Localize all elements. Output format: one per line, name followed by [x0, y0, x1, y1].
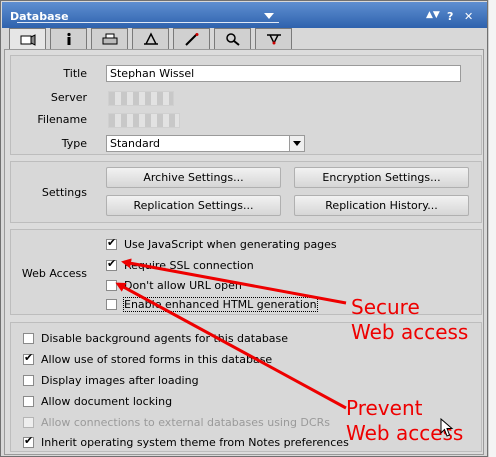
info-group: Title Stephan Wissel Server Filename Typ…	[10, 55, 482, 155]
tab-basics[interactable]	[9, 28, 46, 51]
stored-forms-label: Allow use of stored forms in this databa…	[41, 353, 273, 366]
filename-value	[108, 113, 180, 128]
inherit-theme-option[interactable]: Inherit operating system theme from Note…	[23, 434, 349, 449]
require-ssl-checkbox[interactable]	[106, 257, 117, 271]
disable-background-agents-option[interactable]: Disable background agents for this datab…	[23, 332, 288, 345]
settings-group: Settings Archive Settings... Encryption …	[10, 161, 482, 223]
display-images-option[interactable]: Display images after loading	[23, 374, 199, 387]
display-images-label: Display images after loading	[41, 374, 199, 387]
close-button[interactable]: ✕	[464, 10, 473, 23]
dont-allow-url-open-label: Don't allow URL open	[124, 279, 242, 292]
tab-printing[interactable]	[91, 28, 128, 49]
page-scrollbar[interactable]	[488, 0, 496, 457]
external-dcr-option: Allow connections to external databases …	[23, 416, 330, 429]
search-icon	[225, 33, 240, 46]
move-icon[interactable]: ▲▼	[426, 10, 440, 20]
server-value	[108, 91, 174, 106]
document-locking-label: Allow document locking	[41, 395, 173, 408]
disable-background-agents-checkbox[interactable]	[23, 333, 34, 344]
filename-label: Filename	[37, 113, 87, 126]
disable-background-agents-label: Disable background agents for this datab…	[41, 332, 289, 345]
title-bar[interactable]: Database ▲▼ ? ✕	[2, 2, 487, 28]
help-button[interactable]: ?	[447, 10, 453, 23]
replication-history-button[interactable]: Replication History...	[294, 195, 469, 216]
info-icon	[66, 32, 71, 45]
prevent-annotation-line1: Prevent	[346, 396, 423, 420]
properties-panel: Title Stephan Wissel Server Filename Typ…	[4, 49, 484, 455]
require-ssl-option[interactable]: Require SSL connection	[106, 257, 254, 272]
type-dropdown-icon[interactable]	[264, 13, 274, 19]
web-access-label: Web Access	[21, 267, 87, 280]
inherit-theme-label: Inherit operating system theme from Note…	[41, 436, 349, 449]
stored-forms-checkbox[interactable]	[23, 351, 34, 365]
enhanced-html-option[interactable]: Enable enhanced HTML generation	[106, 297, 318, 312]
dont-allow-url-open-option[interactable]: Don't allow URL open	[106, 279, 242, 292]
tab-info[interactable]	[50, 28, 87, 49]
tab-design[interactable]	[132, 28, 169, 49]
stored-forms-option[interactable]: Allow use of stored forms in this databa…	[23, 351, 273, 366]
title-underline	[17, 22, 279, 23]
tab-advanced[interactable]	[255, 28, 292, 49]
server-label: Server	[50, 91, 87, 104]
printer-icon	[102, 33, 117, 45]
database-properties-dialog: Database ▲▼ ? ✕ Title Stephan Wissel Ser…	[0, 0, 488, 457]
use-javascript-label: Use JavaScript when generating pages	[124, 238, 337, 251]
external-dcr-checkbox	[23, 417, 34, 428]
document-locking-checkbox[interactable]	[23, 396, 34, 407]
title-label: Title	[63, 67, 87, 80]
launch-icon	[184, 33, 198, 46]
settings-label: Settings	[41, 186, 87, 199]
type-label: Type	[61, 137, 87, 150]
archive-settings-button[interactable]: Archive Settings...	[106, 167, 281, 188]
tab-full-text[interactable]	[214, 28, 251, 49]
title-field[interactable]: Stephan Wissel	[106, 65, 461, 82]
enhanced-html-checkbox[interactable]	[106, 299, 117, 310]
secure-annotation-line2: Web access	[351, 320, 469, 344]
secure-annotation-line1: Secure	[351, 295, 420, 319]
type-select[interactable]: Standard	[106, 135, 305, 152]
inherit-theme-checkbox[interactable]	[23, 434, 34, 448]
chevron-down-icon[interactable]	[289, 136, 304, 151]
require-ssl-label: Require SSL connection	[124, 259, 254, 272]
advanced-icon	[266, 34, 281, 45]
replication-settings-button[interactable]: Replication Settings...	[106, 195, 281, 216]
external-dcr-label: Allow connections to external databases …	[41, 416, 330, 429]
use-javascript-checkbox[interactable]	[106, 236, 117, 250]
enhanced-html-label: Enable enhanced HTML generation	[123, 297, 318, 312]
mouse-pointer-icon	[440, 418, 454, 437]
type-value: Standard	[110, 137, 161, 150]
display-images-checkbox[interactable]	[23, 375, 34, 386]
tab-launch[interactable]	[173, 28, 210, 49]
encryption-settings-button[interactable]: Encryption Settings...	[294, 167, 469, 188]
design-icon	[143, 32, 158, 45]
dont-allow-url-open-checkbox[interactable]	[106, 280, 117, 291]
document-locking-option[interactable]: Allow document locking	[23, 395, 172, 408]
basics-icon	[20, 34, 35, 46]
use-javascript-option[interactable]: Use JavaScript when generating pages	[106, 236, 337, 251]
